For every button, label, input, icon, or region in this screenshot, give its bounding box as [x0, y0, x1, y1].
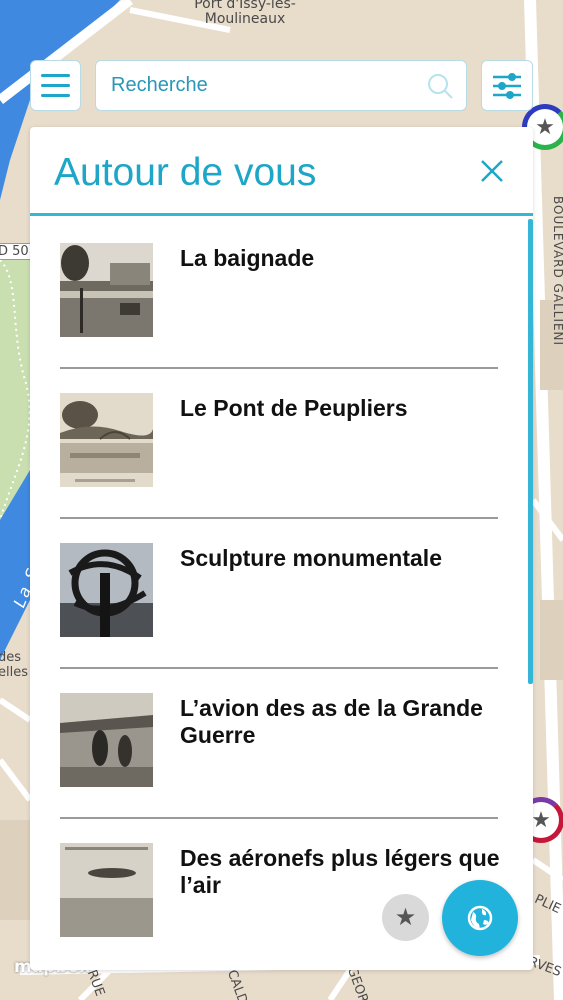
panel-title: Autour de vous [54, 151, 317, 194]
close-icon[interactable] [477, 156, 507, 186]
hamburger-icon-line [41, 94, 70, 97]
map-label-place: des elles [0, 650, 28, 680]
magnifier-icon[interactable] [426, 72, 454, 100]
list-item[interactable]: L’avion des as de la Grande Guerre [30, 669, 527, 819]
search-bar[interactable] [95, 60, 467, 111]
thumbnail-image [60, 693, 153, 787]
thumbnail-image [60, 543, 153, 637]
hamburger-icon [41, 74, 70, 77]
star-icon: ★ [535, 114, 555, 139]
sliders-icon [493, 72, 521, 99]
favorites-button[interactable]: ★ [382, 894, 429, 941]
panel-scrollbar[interactable] [528, 219, 533, 684]
nearby-list: La baignade Le Pont de Peupliers Sculptu… [30, 219, 527, 969]
list-item[interactable]: Sculpture monumentale [30, 519, 527, 669]
list-item[interactable]: La baignade [30, 219, 527, 369]
filter-button[interactable] [481, 60, 533, 111]
item-title: Sculpture monumentale [180, 545, 442, 571]
thumbnail-image [60, 393, 153, 487]
star-icon: ★ [394, 904, 417, 931]
globe-button[interactable] [442, 880, 518, 956]
list-item[interactable]: Le Pont de Peupliers [30, 369, 527, 519]
star-icon: ★ [531, 807, 551, 832]
nearby-panel: Autour de vous La baignade Le Pont de Pe… [30, 127, 533, 970]
item-title: La baignade [180, 245, 315, 271]
menu-button[interactable] [30, 60, 81, 111]
thumbnail-image [60, 243, 153, 337]
globe-icon [467, 905, 493, 931]
map-label-port: Port d'Issy-les-Moulineaux [194, 0, 296, 27]
panel-header: Autour de vous [30, 127, 533, 216]
search-input[interactable] [111, 74, 411, 97]
map-label-boulevard: BOULEVARD GALLIENI [551, 196, 563, 347]
item-title: Le Pont de Peupliers [180, 395, 408, 421]
item-title: L’avion des as de la Grande Guerre [180, 695, 483, 748]
map-label-road-number: D 50 [0, 243, 33, 260]
thumbnail-image [60, 843, 153, 937]
hamburger-icon-line [41, 84, 70, 87]
